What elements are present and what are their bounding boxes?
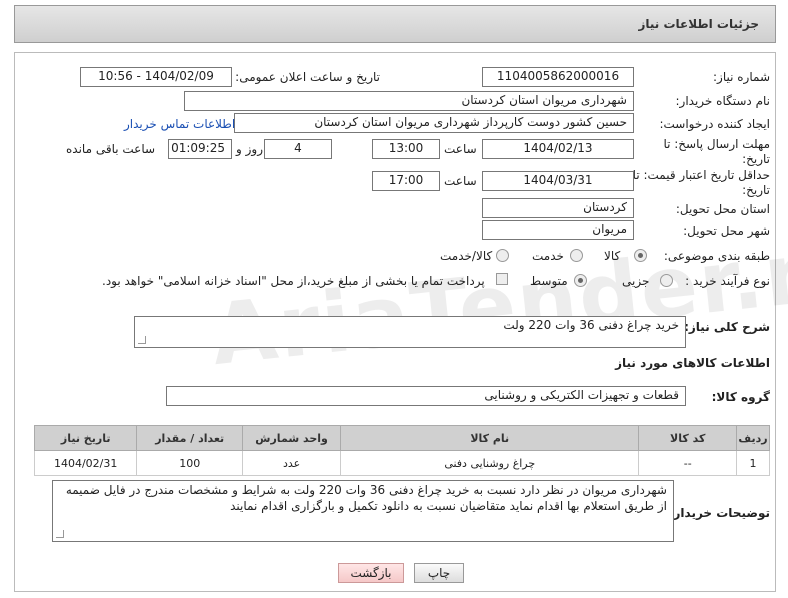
province-label: استان محل تحویل: [675, 202, 770, 216]
remaining-time-label: ساعت باقی مانده [66, 142, 156, 156]
goods-group-label: گروه کالا: [711, 390, 770, 404]
process-radio-medium[interactable] [574, 274, 587, 287]
back-button[interactable]: بازگشت [338, 563, 404, 583]
treasury-payment-checkbox[interactable] [496, 273, 508, 285]
remaining-time-field: 01:09:25 [168, 139, 232, 159]
row-quantity: 100 [136, 450, 244, 476]
buyer-notes-field: شهرداری مریوان در نظر دارد نسبت به خرید … [52, 480, 674, 542]
row-need-date: 1404/02/31 [33, 450, 138, 476]
category-radio-service[interactable] [570, 249, 583, 262]
need-description-label: شرح کلی نیاز: [684, 320, 770, 334]
province-field: کردستان [482, 198, 634, 218]
row-code: -- [638, 450, 738, 476]
row-number: 1 [736, 450, 770, 476]
days-label: روز و [236, 142, 263, 156]
goods-group-field: قطعات و تجهیزات الکتریکی و روشنایی [166, 386, 686, 406]
row-unit: عدد [242, 450, 342, 476]
deadline-time-label: ساعت [444, 142, 477, 156]
announce-label: تاریخ و ساعت اعلان عمومی: [235, 70, 380, 84]
announce-field: 1404/02/09 - 10:56 [80, 67, 232, 87]
deadline-date-field: 1404/02/13 [482, 139, 634, 159]
min-validity-label: حداقل تاریخ اعتبار قیمت: تا تاریخ: [632, 168, 770, 197]
buyer-org-label: نام دستگاه خریدار: [675, 94, 771, 108]
category-option-service: خدمت [532, 249, 564, 263]
need-description-field: خرید چراغ دفنی 36 وات 220 ولت [134, 316, 686, 348]
category-option-goods: کالا [604, 249, 621, 263]
category-option-goods-service: کالا/خدمت [440, 249, 493, 263]
col-need-date: تاریخ نیاز [33, 425, 138, 451]
goods-section-title: اطلاعات کالاهای مورد نیاز [615, 356, 770, 370]
category-radio-goods[interactable] [634, 249, 647, 262]
creator-label: ایجاد کننده درخواست: [659, 117, 770, 131]
col-name: نام کالا [340, 425, 640, 451]
col-quantity: تعداد / مقدار [136, 425, 244, 451]
page-title: جزئیات اطلاعات نیاز [638, 17, 759, 31]
resize-handle[interactable] [56, 530, 64, 538]
process-option-medium: متوسط [530, 274, 568, 288]
treasury-payment-note: پرداخت تمام یا بخشی از مبلغ خرید،از محل … [102, 274, 485, 288]
col-code: کد کالا [638, 425, 738, 451]
col-unit: واحد شمارش [242, 425, 342, 451]
buyer-notes-label: توضیحات خریدار: [668, 506, 770, 520]
deadline-label: مهلت ارسال پاسخ: تا تاریخ: [663, 137, 770, 166]
goods-table-header: ردیف کد کالا نام کالا واحد شمارش تعداد /… [33, 425, 770, 451]
need-number-field: 1104005862000016 [482, 67, 634, 87]
details-header-panel: جزئیات اطلاعات نیاز [14, 5, 776, 43]
buyer-org-field: شهرداری مریوان استان کردستان [184, 91, 634, 111]
min-validity-time-label: ساعت [444, 174, 477, 188]
category-radio-goods-service[interactable] [496, 249, 509, 262]
process-radio-minor[interactable] [660, 274, 673, 287]
min-validity-time-field: 17:00 [372, 171, 440, 191]
goods-table: ردیف کد کالا نام کالا واحد شمارش تعداد /… [33, 425, 770, 476]
city-field: مریوان [482, 220, 634, 240]
min-validity-date-field: 1404/03/31 [482, 171, 634, 191]
row-name: چراغ روشنایی دفنی [340, 450, 640, 476]
days-remaining-field: 4 [264, 139, 332, 159]
process-type-label: نوع فرآیند خرید : [685, 274, 770, 288]
category-label: طبقه بندی موضوعی: [663, 249, 770, 263]
city-label: شهر محل تحویل: [683, 224, 770, 238]
need-number-label: شماره نیاز: [713, 70, 770, 84]
resize-handle[interactable] [138, 336, 146, 344]
print-button[interactable]: چاپ [414, 563, 464, 583]
buyer-contact-link[interactable]: اطلاعات تماس خریدار [124, 117, 235, 131]
creator-field: حسین کشور دوست کارپرداز شهرداری مریوان ا… [234, 113, 634, 133]
table-row: 1 -- چراغ روشنایی دفنی عدد 100 1404/02/3… [33, 450, 770, 476]
process-option-minor: جزیی [622, 274, 650, 288]
deadline-time-field: 13:00 [372, 139, 440, 159]
col-row: ردیف [736, 425, 770, 451]
